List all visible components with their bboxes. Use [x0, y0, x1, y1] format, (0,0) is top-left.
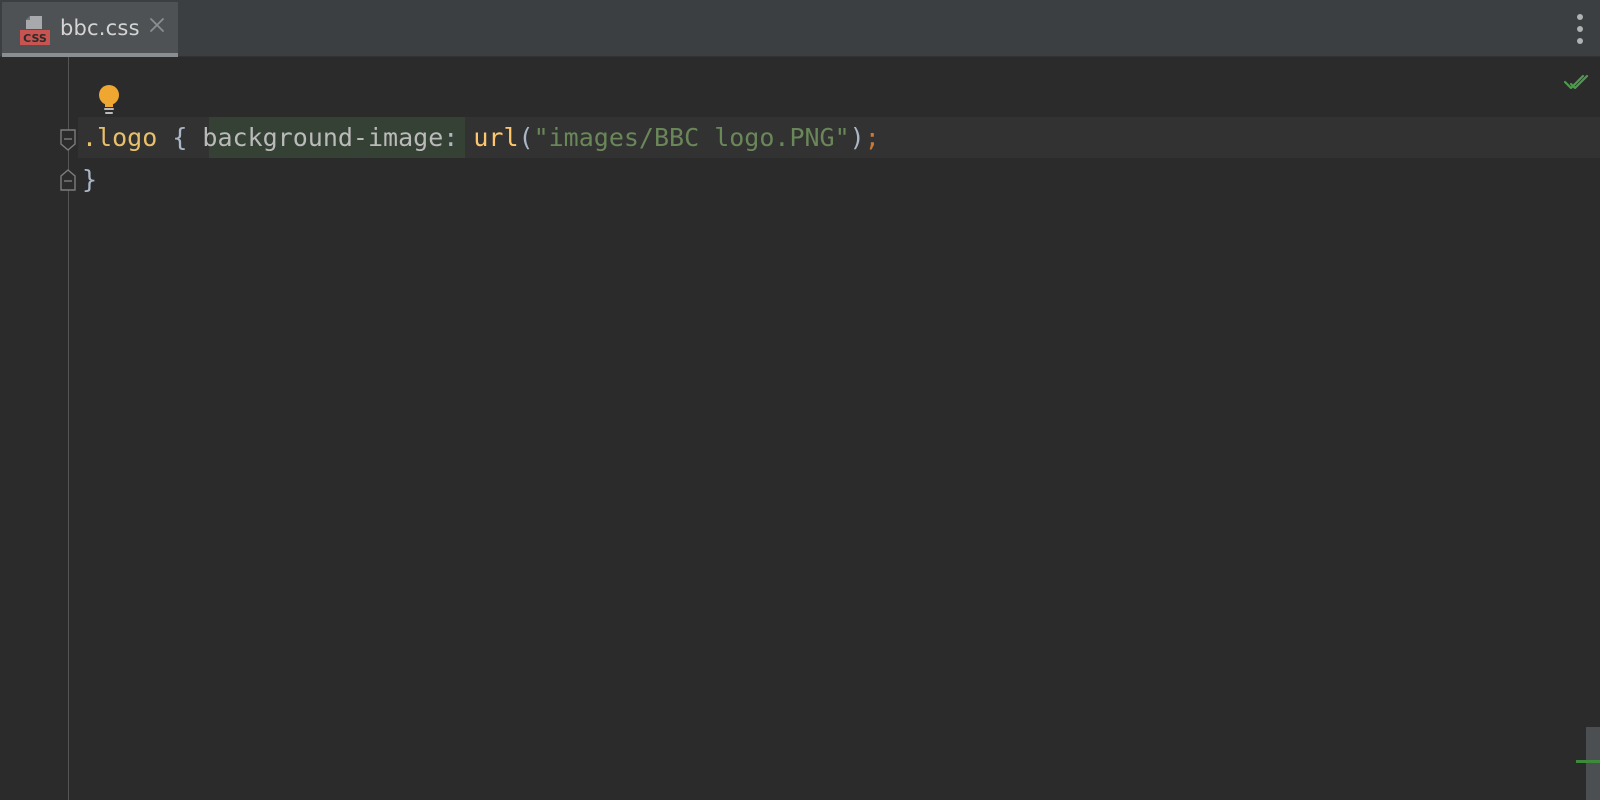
scrollbar-change-marker — [1576, 760, 1600, 763]
css-property: background-image — [202, 123, 444, 152]
more-vertical-icon[interactable] — [1572, 12, 1588, 46]
css-string: "images/BBC logo.PNG" — [533, 123, 850, 152]
code-editor[interactable]: .logo { background-image: url("images/BB… — [0, 57, 1600, 800]
checkmark-icon[interactable] — [1563, 72, 1589, 94]
paren-open: ( — [518, 123, 534, 152]
more-dot — [1577, 26, 1583, 32]
code-line-1[interactable]: .logo { background-image: url("images/BB… — [82, 117, 880, 158]
more-dot — [1577, 14, 1583, 20]
lightbulb-icon[interactable] — [96, 84, 122, 116]
css-function: url — [473, 123, 519, 152]
css-file-icon-label: CSS — [23, 32, 47, 45]
code-line-2[interactable]: } — [82, 159, 97, 200]
colon: : — [443, 123, 474, 152]
more-dot — [1577, 38, 1583, 44]
brace-open: { — [157, 123, 203, 152]
css-selector: .logo — [82, 123, 158, 152]
vertical-scrollbar-thumb[interactable] — [1586, 727, 1600, 800]
fold-open-icon[interactable] — [59, 128, 77, 152]
brace-close: } — [82, 165, 98, 194]
paren-close: ) — [849, 123, 865, 152]
semicolon: ; — [864, 123, 880, 152]
tab-label: bbc.css — [60, 16, 140, 40]
fold-close-icon[interactable] — [59, 168, 77, 192]
editor-tab-bar: CSS bbc.css — [0, 0, 1600, 57]
css-file-icon: CSS — [20, 16, 50, 45]
tab-bbc-css[interactable]: CSS bbc.css — [2, 2, 178, 57]
ide-window: CSS bbc.css .logo {background-image: ur… — [0, 0, 1600, 800]
close-icon[interactable] — [148, 16, 166, 34]
